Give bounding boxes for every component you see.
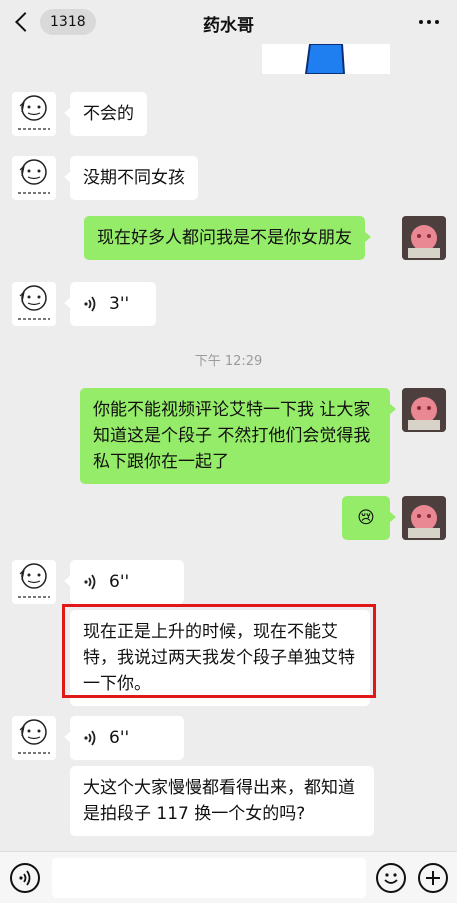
message-input[interactable] (52, 858, 366, 898)
plus-button[interactable] (418, 863, 448, 893)
image-message[interactable] (262, 44, 390, 74)
timestamp: 下午 12:29 (194, 354, 263, 369)
sender-avatar[interactable] (12, 156, 56, 200)
incoming-bubble[interactable]: 大这个大家慢慢都看得出来，都知道是拍段子 117 换一个女的吗? (70, 766, 374, 836)
voice-wave-icon (84, 574, 96, 590)
voice-wave-icon (84, 730, 96, 746)
voice-message[interactable]: 6'' (64, 560, 184, 604)
sender-avatar[interactable] (12, 92, 56, 136)
red-highlight-box (62, 604, 376, 698)
emoji-button[interactable] (376, 863, 406, 893)
voice-duration: 6'' (109, 572, 130, 592)
input-bar (0, 851, 457, 903)
emoji-message[interactable]: 😢 (342, 496, 396, 540)
voice-input-button[interactable] (10, 863, 40, 893)
chat-header: 1318 药水哥 (0, 0, 457, 44)
sender-avatar[interactable] (12, 716, 56, 760)
outgoing-bubble[interactable]: 现在好多人都问我是不是你女朋友 (84, 216, 371, 260)
smiley-icon (384, 873, 398, 884)
my-avatar[interactable] (402, 216, 446, 260)
chat-title: 药水哥 (203, 16, 254, 36)
more-options-icon[interactable] (419, 20, 439, 24)
voice-duration: 3'' (109, 294, 130, 314)
plus-icon (426, 871, 440, 885)
my-avatar[interactable] (402, 496, 446, 540)
outgoing-bubble[interactable]: 你能不能视频评论艾特一下我 让大家知道这是个段子 不然打他们会觉得我私下跟你在一… (80, 388, 396, 484)
incoming-bubble[interactable]: 没期不同女孩 (64, 156, 198, 200)
voice-duration: 6'' (109, 728, 130, 748)
voice-message[interactable]: 6'' (64, 716, 184, 760)
voice-icon (19, 870, 31, 886)
voice-wave-icon (84, 296, 96, 312)
voice-message[interactable]: 3'' (64, 282, 156, 326)
sender-avatar[interactable] (12, 282, 56, 326)
my-avatar[interactable] (402, 388, 446, 432)
incoming-bubble[interactable]: 不会的 (64, 92, 147, 136)
sender-avatar[interactable] (12, 560, 56, 604)
